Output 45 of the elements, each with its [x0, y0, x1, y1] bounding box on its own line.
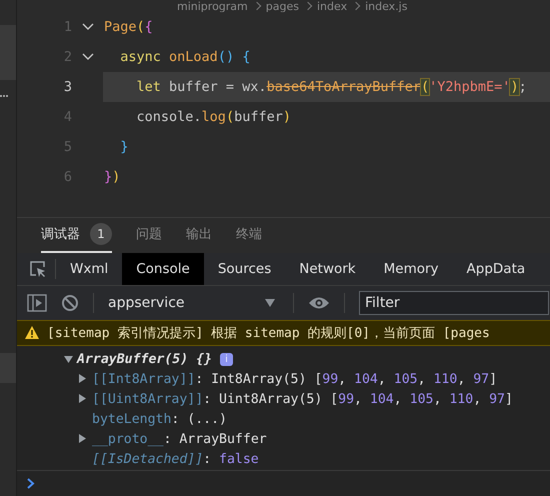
code-line: Page({	[103, 18, 154, 37]
scroll-thumb[interactable]	[0, 25, 16, 80]
object-label[interactable]: ArrayBuffer(5) {}	[77, 352, 212, 368]
warning-message: [sitemap 索引情况提示] 根据 sitemap 的规则[0]，当前页面 [pages	[47, 324, 490, 342]
expand-triangle-icon[interactable]	[79, 394, 87, 404]
expand-triangle-icon[interactable]	[79, 434, 87, 444]
code-line: })	[103, 168, 122, 187]
inspect-icon[interactable]	[29, 260, 47, 278]
caret-icon	[265, 299, 275, 308]
more-icon[interactable]	[0, 94, 8, 98]
prompt-chevron-icon[interactable]	[27, 478, 35, 489]
expand-triangle-icon[interactable]	[79, 374, 87, 384]
panel-tab[interactable]: 问题	[136, 218, 162, 253]
warning-icon	[25, 326, 39, 340]
eye-icon[interactable]	[308, 296, 330, 310]
devtools-tab[interactable]: AppData	[452, 252, 540, 286]
panel-tab[interactable]: 输出	[186, 218, 212, 253]
sidebar-toggle-icon[interactable]	[27, 294, 47, 312]
property-entry: [[Int8Array]]: Int8Array(5) [99, 104, 105, 110, 97]	[92, 372, 498, 388]
scroll-thumb[interactable]	[0, 353, 16, 383]
breadcrumb-item[interactable]: pages	[266, 0, 299, 12]
property-entry: [[Uint8Array]]: Uint8Array(5) [99, 104, 105, 110, 97]	[92, 392, 513, 408]
code-line: async onLoad() {	[119, 48, 252, 67]
clear-icon[interactable]	[61, 294, 79, 312]
property-entry: __proto__: ArrayBuffer	[92, 432, 267, 448]
context-dropdown[interactable]: appservice	[108, 295, 279, 312]
chevron-icon[interactable]	[82, 53, 94, 61]
line-number: 3	[62, 79, 72, 95]
breadcrumb-item[interactable]: index.js	[365, 0, 408, 12]
property-entry: [[IsDetached]]: false	[92, 452, 259, 468]
property-entry: byteLength: (...)	[92, 412, 227, 428]
devtools-tab[interactable]: Wxml	[56, 252, 122, 286]
panel-tab[interactable]: 终端	[236, 218, 262, 253]
code-line: }	[119, 138, 130, 157]
breadcrumb-item[interactable]: miniprogram	[177, 0, 248, 12]
devtools-tab[interactable]: Console	[122, 252, 204, 286]
count-badge: 1	[90, 223, 112, 246]
code-line: console.log(buffer)	[136, 108, 292, 127]
devtools-tab[interactable]: Sources	[204, 252, 286, 286]
devtools-tab[interactable]: Network	[285, 252, 370, 286]
expand-triangle-icon[interactable]	[64, 355, 73, 364]
devtools-tab[interactable]: Memory	[370, 252, 453, 286]
breadcrumb-item[interactable]: index	[316, 0, 348, 12]
chevron-icon[interactable]	[82, 23, 94, 31]
filter-field[interactable]: Filter	[359, 291, 549, 316]
